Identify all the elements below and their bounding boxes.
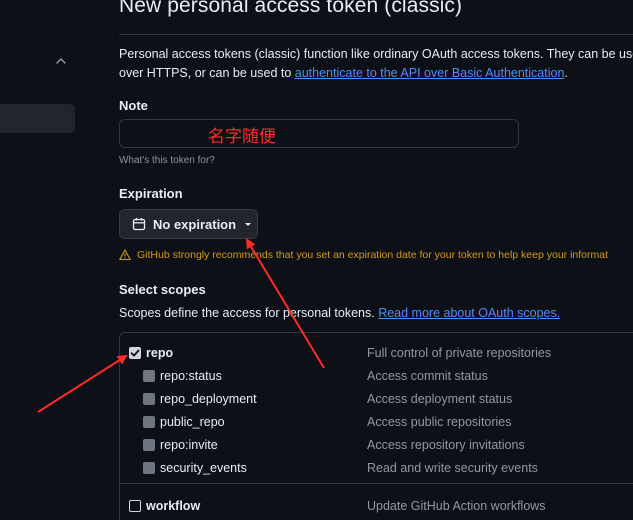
title-divider xyxy=(119,34,633,35)
scope-row-public-repo: public_repo Access public repositories xyxy=(120,411,633,433)
scopes-label: Select scopes xyxy=(119,282,206,297)
scope-checkbox-security-events[interactable] xyxy=(143,462,155,474)
intro-line-1: Personal access tokens (classic) functio… xyxy=(119,47,633,61)
scope-desc-security-events: Read and write security events xyxy=(367,461,538,475)
arrow-to-repo-scope xyxy=(37,354,128,413)
expiration-dropdown[interactable]: No expiration xyxy=(119,209,258,239)
scope-checkbox-repo-status[interactable] xyxy=(143,370,155,382)
scope-desc-workflow: Update GitHub Action workflows xyxy=(367,499,546,513)
calendar-icon xyxy=(132,217,146,231)
note-input[interactable]: 名字随便 xyxy=(119,119,519,148)
note-label: Note xyxy=(119,98,148,113)
scope-checkbox-repo[interactable] xyxy=(129,347,141,359)
expiration-warning-text: GitHub strongly recommends that you set … xyxy=(137,249,608,261)
scopes-description: Scopes define the access for personal to… xyxy=(119,306,560,320)
intro-text: Personal access tokens (classic) functio… xyxy=(119,45,633,83)
scope-desc-repo-deployment: Access deployment status xyxy=(367,392,513,406)
note-annotation: 名字随便 xyxy=(208,127,276,147)
expiration-warning: GitHub strongly recommends that you set … xyxy=(119,249,633,261)
page: New personal access token (classic) Pers… xyxy=(0,0,633,520)
scope-group-divider xyxy=(120,483,633,484)
scope-checkbox-workflow[interactable] xyxy=(129,500,141,512)
scope-name-security-events: security_events xyxy=(160,461,247,475)
scope-row-repo-status: repo:status Access commit status xyxy=(120,365,633,387)
scope-row-repo-deployment: repo_deployment Access deployment status xyxy=(120,388,633,410)
sidebar-selected-item[interactable] xyxy=(0,104,75,133)
scope-name-repo: repo xyxy=(146,346,174,360)
main-content: New personal access token (classic) Pers… xyxy=(119,0,633,520)
intro-line-2: over HTTPS, or can be used to authentica… xyxy=(119,64,633,83)
intro-line-2-suffix: . xyxy=(564,66,568,80)
scopes-table: repo Full control of private repositorie… xyxy=(119,332,633,520)
scope-row-repo: repo Full control of private repositorie… xyxy=(120,342,633,364)
caret-down-icon xyxy=(243,219,253,229)
scopes-description-text: Scopes define the access for personal to… xyxy=(119,306,379,320)
page-title: New personal access token (classic) xyxy=(119,0,463,17)
scope-checkbox-public-repo[interactable] xyxy=(143,416,155,428)
oauth-scopes-link[interactable]: Read more about OAuth scopes. xyxy=(378,306,560,320)
scope-name-repo-deployment: repo_deployment xyxy=(160,392,257,406)
scope-desc-public-repo: Access public repositories xyxy=(367,415,512,429)
expiration-selected: No expiration xyxy=(153,216,237,232)
scope-desc-repo-invite: Access repository invitations xyxy=(367,438,525,452)
scope-row-workflow: workflow Update GitHub Action workflows xyxy=(120,495,633,517)
expiration-label: Expiration xyxy=(119,186,183,201)
scope-name-repo-invite: repo:invite xyxy=(160,438,218,452)
scope-desc-repo: Full control of private repositories xyxy=(367,346,552,360)
scope-checkbox-repo-deployment[interactable] xyxy=(143,393,155,405)
scope-name-public-repo: public_repo xyxy=(160,415,225,429)
intro-line-2-prefix: over HTTPS, or can be used to xyxy=(119,66,295,80)
alert-icon xyxy=(119,249,131,261)
chevron-up-icon[interactable] xyxy=(54,54,68,68)
note-hint: What's this token for? xyxy=(119,155,215,166)
scope-name-workflow: workflow xyxy=(146,499,201,513)
scope-desc-repo-status: Access commit status xyxy=(367,369,488,383)
scope-row-security-events: security_events Read and write security … xyxy=(120,457,633,479)
scope-name-repo-status: repo:status xyxy=(160,369,222,383)
basic-auth-link[interactable]: authenticate to the API over Basic Authe… xyxy=(295,66,565,80)
scope-row-repo-invite: repo:invite Access repository invitation… xyxy=(120,434,633,456)
scope-checkbox-repo-invite[interactable] xyxy=(143,439,155,451)
